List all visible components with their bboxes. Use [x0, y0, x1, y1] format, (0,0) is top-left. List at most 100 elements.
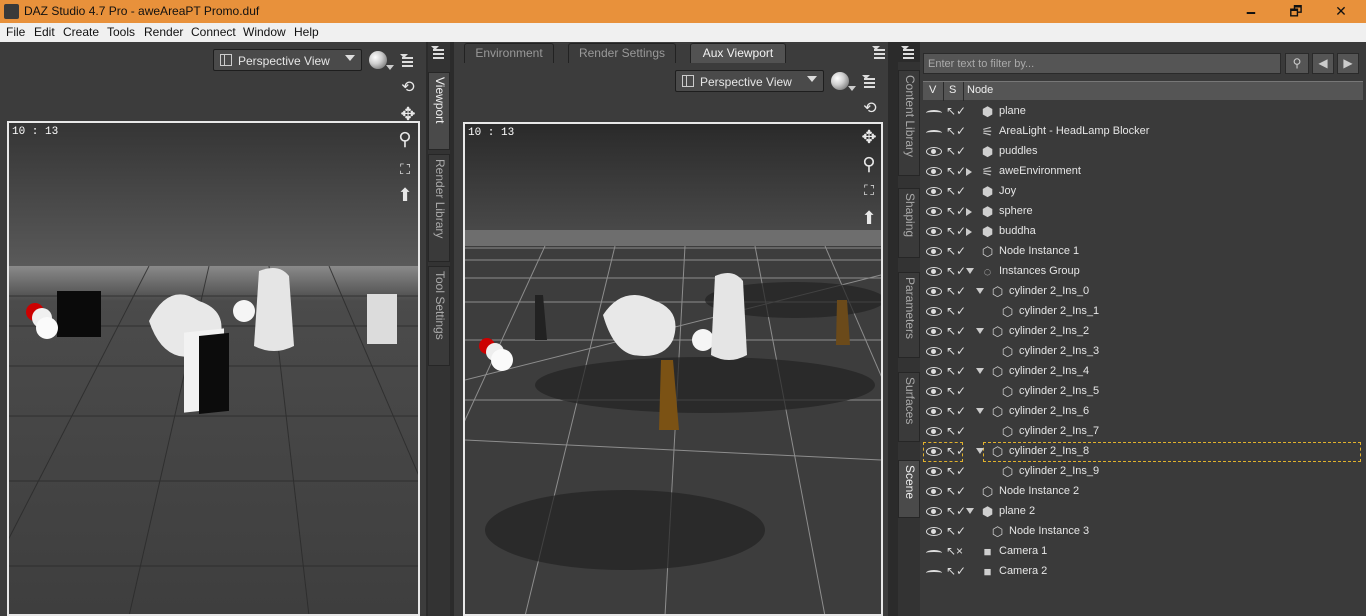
panel-menu-icon[interactable] — [400, 54, 414, 68]
center-panel-menu-icon[interactable] — [872, 46, 886, 60]
tab-aux-viewport[interactable]: Aux Viewport — [690, 43, 786, 63]
selectable-cursor-icon[interactable]: ↖✓ — [946, 104, 966, 118]
scene-node-row[interactable]: ↖✓ ⬡ cylinder 2_Ins_7 — [923, 422, 1363, 442]
visibility-eye-icon[interactable] — [926, 487, 942, 496]
selectable-cursor-icon[interactable]: ↖✓ — [946, 464, 966, 478]
visibility-eye-icon[interactable] — [926, 347, 942, 356]
reset-view-icon[interactable]: ⬆ — [857, 206, 881, 230]
reset-view-icon[interactable]: ⬆ — [393, 183, 417, 207]
visibility-eye-icon[interactable] — [926, 527, 942, 536]
expand-down-icon[interactable] — [976, 448, 984, 454]
menu-window[interactable]: Window — [243, 25, 286, 39]
tab-content-library[interactable]: Content Library — [898, 70, 920, 176]
expand-down-icon[interactable] — [976, 368, 984, 374]
scene-node-row[interactable]: ↖✓ ⬢ plane 2 — [923, 502, 1363, 522]
tab-render-library[interactable]: Render Library — [428, 154, 450, 262]
scene-node-row[interactable]: ↖✓ ⬡ cylinder 2_Ins_5 — [923, 382, 1363, 402]
scene-node-row[interactable]: ↖✓ ⬡ cylinder 2_Ins_0 — [923, 282, 1363, 302]
visibility-eye-icon[interactable] — [926, 507, 942, 516]
scene-node-row[interactable]: ↖✓ ⬢ plane — [923, 102, 1363, 122]
selectable-cursor-icon[interactable]: ↖✓ — [946, 384, 966, 398]
visibility-eye-icon[interactable] — [926, 130, 942, 136]
tab-surfaces[interactable]: Surfaces — [898, 372, 920, 442]
left-3d-viewport[interactable]: 10 : 13 ⚲ ⛶ ⬆ — [7, 121, 420, 616]
column-visible[interactable]: V — [929, 84, 936, 96]
menu-edit[interactable]: Edit — [34, 25, 55, 39]
selectable-cursor-icon[interactable]: ↖✓ — [946, 484, 966, 498]
scene-node-row[interactable]: ↖✓ ⬡ cylinder 2_Ins_4 — [923, 362, 1363, 382]
visibility-eye-icon[interactable] — [926, 267, 942, 276]
visibility-eye-icon[interactable] — [926, 227, 942, 236]
maximize-button[interactable]: 🗗 — [1273, 0, 1319, 23]
scene-node-row[interactable]: ↖✓ ⬢ sphere — [923, 202, 1363, 222]
scene-node-row[interactable]: ↖✓ ⬡ cylinder 2_Ins_9 — [923, 462, 1363, 482]
visibility-eye-icon[interactable] — [926, 287, 942, 296]
right-strip-menu-icon[interactable] — [901, 46, 915, 60]
visibility-eye-icon[interactable] — [926, 307, 942, 316]
expand-right-icon[interactable] — [966, 228, 972, 236]
selectable-cursor-icon[interactable]: ↖✓ — [946, 264, 966, 278]
tab-scene[interactable]: Scene — [898, 460, 920, 518]
arrow-right-icon[interactable]: ▶ — [1337, 53, 1359, 74]
aux-panel-menu-icon[interactable] — [862, 75, 876, 89]
tab-render-settings[interactable]: Render Settings — [568, 43, 676, 63]
expand-down-icon[interactable] — [976, 288, 984, 294]
tab-environment[interactable]: Environment — [464, 43, 554, 63]
scene-node-row[interactable]: ↖✓ ⬢ Joy — [923, 182, 1363, 202]
selectable-cursor-icon[interactable]: ↖✓ — [946, 144, 966, 158]
selectable-cursor-icon[interactable]: ↖✓ — [946, 124, 966, 138]
selectable-cursor-icon[interactable]: ↖✓ — [946, 184, 966, 198]
visibility-eye-icon[interactable] — [926, 427, 942, 436]
scene-node-row[interactable]: ↖✓ ◌ Instances Group — [923, 262, 1363, 282]
scene-node-row[interactable]: ↖✓ ⬡ Node Instance 3 — [923, 522, 1363, 542]
tab-shaping[interactable]: Shaping — [898, 188, 920, 258]
tab-parameters[interactable]: Parameters — [898, 272, 920, 358]
scene-node-row[interactable]: ↖✓ ⬡ cylinder 2_Ins_3 — [923, 342, 1363, 362]
selectable-cursor-icon[interactable]: ↖✓ — [946, 324, 966, 338]
zoom-icon[interactable]: ⚲ — [393, 127, 417, 151]
view-select-dropdown[interactable]: Perspective View — [213, 49, 362, 71]
visibility-eye-icon[interactable] — [926, 327, 942, 336]
draw-style-sphere-icon[interactable] — [831, 72, 856, 91]
scene-node-row[interactable]: ↖✓ ⬡ cylinder 2_Ins_6 — [923, 402, 1363, 422]
scene-filter-input[interactable] — [923, 53, 1281, 74]
draw-style-sphere-icon[interactable] — [369, 51, 394, 70]
frame-icon[interactable]: ⛶ — [393, 157, 417, 181]
scene-node-row[interactable]: ↖✓ ⬡ cylinder 2_Ins_1 — [923, 302, 1363, 322]
expand-down-icon[interactable] — [976, 408, 984, 414]
search-icon[interactable]: ⚲ — [1285, 53, 1309, 74]
scene-node-row[interactable]: ↖✓ ⚟ AreaLight - HeadLamp Blocker — [923, 122, 1363, 142]
menu-connect[interactable]: Connect — [191, 25, 236, 39]
menu-help[interactable]: Help — [294, 25, 319, 39]
selectable-cursor-icon[interactable]: ↖✓ — [946, 424, 966, 438]
scene-node-row[interactable]: ↖✓ ⬢ puddles — [923, 142, 1363, 162]
selectable-cursor-icon[interactable]: ↖✓ — [946, 284, 966, 298]
visibility-eye-icon[interactable] — [926, 387, 942, 396]
arrow-left-icon[interactable]: ◀ — [1312, 53, 1334, 74]
expand-right-icon[interactable] — [966, 168, 972, 176]
visibility-eye-icon[interactable] — [926, 570, 942, 576]
expand-down-icon[interactable] — [966, 268, 974, 274]
scene-node-row[interactable]: ↖✓ ⬡ Node Instance 2 — [923, 482, 1363, 502]
column-selectable[interactable]: S — [949, 84, 956, 96]
tab-viewport[interactable]: Viewport — [428, 72, 450, 150]
selectable-cursor-icon[interactable]: ↖✓ — [946, 524, 966, 538]
selectable-cursor-icon[interactable]: ↖✓ — [946, 164, 966, 178]
minimize-button[interactable]: 🗕 — [1228, 0, 1274, 23]
scene-node-row[interactable]: ↖✓ ⬡ cylinder 2_Ins_2 — [923, 322, 1363, 342]
scene-node-row[interactable]: ↖✓ ■ Camera 2 — [923, 562, 1363, 582]
scene-node-row[interactable]: ↖✓ ⬡ cylinder 2_Ins_8 — [923, 442, 1363, 462]
orbit-icon[interactable]: ⟲ — [858, 97, 882, 121]
visibility-eye-icon[interactable] — [926, 207, 942, 216]
selectable-cursor-icon[interactable]: ↖✓ — [946, 244, 966, 258]
selectable-cursor-icon[interactable]: ↖✓ — [946, 504, 966, 518]
menu-render[interactable]: Render — [144, 25, 183, 39]
column-node[interactable]: Node — [967, 84, 993, 96]
menu-file[interactable]: File — [6, 25, 25, 39]
menu-create[interactable]: Create — [63, 25, 99, 39]
scene-node-row[interactable]: ↖✓ ⬢ buddha — [923, 222, 1363, 242]
orbit-icon[interactable]: ⟲ — [396, 76, 420, 100]
visibility-eye-icon[interactable] — [926, 247, 942, 256]
expand-right-icon[interactable] — [966, 208, 972, 216]
pan-icon[interactable]: ✥ — [857, 125, 881, 149]
